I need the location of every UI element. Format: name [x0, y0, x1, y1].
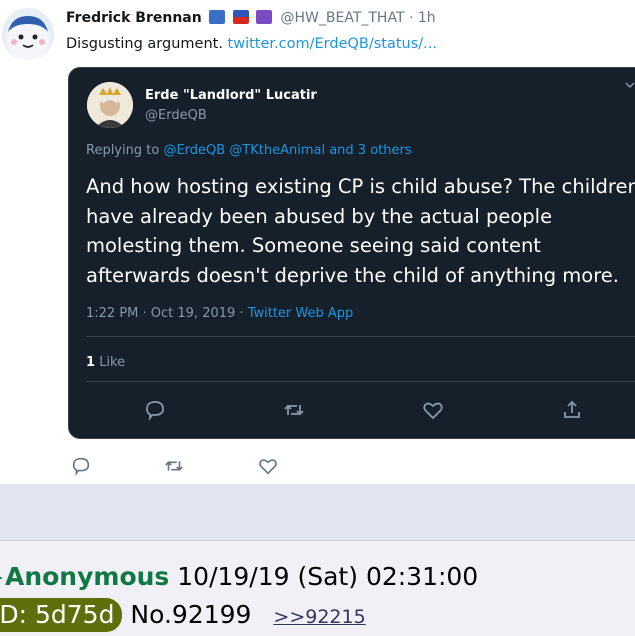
quoted-tweet-source[interactable]: Twitter Web App — [248, 306, 354, 321]
retweet-icon[interactable] — [282, 398, 306, 422]
divider — [86, 381, 635, 382]
retweet-icon[interactable] — [163, 455, 185, 477]
tweet-time[interactable]: 1h — [418, 10, 436, 26]
share-icon[interactable] — [560, 398, 584, 422]
tweet-link[interactable]: twitter.com/ErdeQB/status/... — [228, 36, 437, 52]
post-id-line: ID: 5d75d No.92199 >>92215 — [0, 597, 366, 633]
like-icon[interactable] — [421, 398, 445, 422]
tweet-separator: · — [408, 10, 414, 26]
like-count[interactable]: 1 Like — [86, 355, 125, 370]
quoted-tweet-meta: 1:22 PM · Oct 19, 2019 · Twitter Web App — [86, 306, 353, 321]
cross-icon — [256, 10, 273, 24]
author-avatar[interactable] — [2, 8, 54, 60]
page-background-band — [0, 484, 635, 540]
replying-to-users[interactable]: @ErdeQB @TKtheAnimal and 3 others — [163, 143, 411, 158]
accessibility-icon — [209, 10, 226, 24]
quoted-tweet-card[interactable]: Erde "Landlord" Lucatir @ErdeQB Replying… — [68, 67, 635, 439]
quoted-tweet-body: And how hosting existing CP is child abu… — [86, 175, 635, 287]
tweet-body: Disgusting argument. — [66, 36, 223, 52]
reply-icon[interactable] — [70, 455, 92, 477]
replying-to: Replying to @ErdeQB @TKtheAnimal and 3 o… — [86, 143, 412, 158]
post-number[interactable]: No.92199 — [130, 600, 251, 629]
reply-icon[interactable] — [143, 398, 167, 422]
replying-prefix: Replying to — [86, 143, 160, 158]
like-icon[interactable] — [257, 455, 279, 477]
quoted-author-name[interactable]: Erde "Landlord" Lucatir — [145, 88, 317, 103]
tweet-handle[interactable]: @HW_BEAT_THAT — [281, 10, 405, 26]
quoted-author-handle[interactable]: @ErdeQB — [145, 108, 207, 123]
reply-quote-link[interactable]: >>92215 — [273, 606, 365, 628]
philippines-flag-icon — [232, 10, 249, 24]
tweet-text: Disgusting argument. twitter.com/ErdeQB/… — [66, 36, 437, 52]
quoted-author-avatar[interactable] — [87, 82, 133, 128]
like-count-label: Like — [99, 355, 126, 370]
post-author-name: Anonymous — [4, 562, 170, 591]
chevron-down-icon[interactable] — [625, 80, 635, 90]
poster-id-badge[interactable]: ID: 5d75d — [0, 598, 123, 632]
post-prefix: - — [0, 562, 3, 591]
tweet-area: Fredrick Brennan @HW_BEAT_THAT · 1h Disg… — [0, 0, 635, 484]
divider — [86, 336, 635, 337]
like-count-value: 1 — [86, 355, 96, 370]
tweet-author-name[interactable]: Fredrick Brennan — [66, 10, 202, 26]
post-datetime: 10/19/19 (Sat) 02:31:00 — [177, 562, 479, 591]
quoted-tweet-datetime[interactable]: 1:22 PM · Oct 19, 2019 · — [86, 306, 244, 321]
post-header-line: - Anonymous 10/19/19 (Sat) 02:31:00 — [0, 562, 478, 591]
tweet-author-line: Fredrick Brennan @HW_BEAT_THAT · 1h — [66, 10, 436, 26]
